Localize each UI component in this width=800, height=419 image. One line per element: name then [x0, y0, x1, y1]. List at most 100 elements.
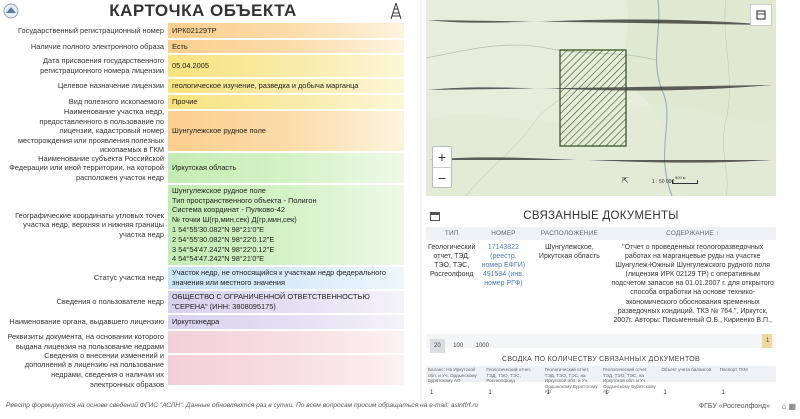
summary-header: Баланс: На Иркутской обл. и Уч. Ордынско…	[426, 366, 776, 394]
card-row-value-line: № точки Ш(гр,мин,сек) Д(гр,мин,сек)	[172, 215, 297, 225]
north-arrow-icon: ⇱	[622, 176, 629, 185]
card-row: Географические координаты угловых точек …	[0, 184, 406, 266]
zoom-in-button[interactable]: +	[433, 147, 451, 167]
card-row-value-line: 05.04.2005	[172, 61, 209, 71]
card-row-value-line: Иркутская область	[172, 163, 237, 173]
card-row: Наименование участка недр, предоставленн…	[0, 106, 406, 155]
doc-type-cell: Геологический отчет, ТЭД, ТЭО, ТЭС, Росг…	[428, 244, 476, 279]
current-page-button[interactable]: 1	[762, 334, 772, 348]
card-row-value-line: Система координат - Пулково-42	[172, 205, 285, 215]
map-terrain	[426, 0, 776, 196]
card-row-value: Участок недр, не относящийся к участкам …	[168, 267, 404, 289]
panel-divider	[420, 0, 422, 400]
card-title: КАРТОЧКА ОБЪЕКТА	[109, 1, 297, 20]
card-row-label: Сведения о внесении изменений и дополнен…	[24, 350, 164, 389]
page-footer: Реестр формируется на основе сведений ФГ…	[0, 400, 800, 419]
summary-column-header: Паспорт ГКМ	[719, 367, 748, 372]
card-row: Сведения о пользователе недр ОБЩЕСТВО С О…	[0, 290, 406, 314]
card-row: Наименование субъекта Российской Федерац…	[0, 152, 406, 184]
card-row-value: ОБЩЕСТВО С ОГРАНИЧЕННОЙ ОТВЕТСТВЕННОСТЬЮ…	[168, 291, 404, 313]
card-row-value: Иркутская область	[168, 153, 404, 183]
related-documents-title: СВЯЗАННЫЕ ДОКУМЕНТЫ	[523, 210, 679, 222]
home-icon[interactable]: ⌂	[781, 402, 786, 411]
fullscreen-icon	[756, 10, 766, 20]
map-scale-label: 1 : 50 000	[652, 179, 675, 185]
column-header-location[interactable]: РАСПОЛОЖЕНИЕ	[529, 227, 610, 240]
card-row-value-line: Прочие	[172, 97, 198, 107]
table-row[interactable]: Геологический отчет, ТЭД, ТЭО, ТЭС, Росг…	[426, 240, 776, 328]
object-card-panel: КАРТОЧКА ОБЪЕКТА Государственный регистр…	[0, 0, 406, 400]
card-row-value: Иркутскнедра	[168, 315, 404, 329]
related-documents-table: ТИП НОМЕР РАСПОЛОЖЕНИЕ СОДЕРЖАНИЕ ↑ Геол…	[426, 227, 776, 328]
card-row-value: 05.04.2005	[168, 55, 404, 77]
card-row-value-line: Шунгулежское рудное поле	[172, 126, 266, 136]
card-row-value-line: 2 54°55'30.082"N 98°22'0.12"E	[172, 234, 275, 244]
card-row: Наименование органа, выдавшего лицензию И…	[0, 314, 406, 330]
card-row-label: Наименование субъекта Российской Федерац…	[9, 153, 164, 182]
page-size-20[interactable]: 20	[430, 339, 445, 353]
card-row-value-line: геологическое изучение, разведка и добыч…	[172, 81, 359, 91]
card-row-value-line: Есть	[172, 41, 188, 51]
card-row-label: Дата присвоения государственного регистр…	[40, 56, 164, 75]
summary-value: 1	[488, 390, 492, 396]
card-row-value-line: Участок недр, не относящийся к участкам …	[172, 268, 387, 287]
doc-number-link[interactable]: 17143822	[488, 244, 519, 251]
doc-number-cell: 17143822 (реестр. номер ЕФГИ) 491584 (ин…	[477, 240, 529, 328]
license-area-polygon	[559, 49, 627, 147]
card-row: Наличие полного электронного образа Есть	[0, 39, 406, 54]
card-row-value-line: ОБЩЕСТВО С ОГРАНИЧЕННОЙ ОТВЕТСТВЕННОСТЬЮ…	[172, 292, 370, 311]
card-row-value: Прочие	[168, 95, 404, 109]
summary-column-header: Геологический отчет, ТЭД, ТЭО, ТЭС, на И…	[544, 367, 598, 394]
card-row: Государственный регистрационный номер ИРК…	[0, 22, 406, 39]
card-row: Сведения о внесении изменений и дополнен…	[0, 350, 406, 389]
card-row: Целевое назначение лицензии геологическое…	[0, 78, 406, 94]
card-header: КАРТОЧКА ОБЪЕКТА	[0, 0, 406, 22]
doc-location-cell: Шунгулежское, Иркутская область	[538, 244, 600, 261]
map-view[interactable]: + − ⇱ 1 : 50 000 500 м	[426, 0, 776, 196]
card-row-label: Наименование органа, выдавшего лицензию	[9, 317, 164, 327]
summary-column-header: Геологический отчет, ТЭД, ТЭО, ТЭС, Росг…	[486, 367, 531, 383]
pagination-bar: 20 100 1000 1	[426, 334, 776, 353]
card-row-value-line: Шунгулежское рудное поле	[172, 185, 266, 195]
column-header-type[interactable]: ТИП	[426, 227, 478, 240]
card-row-value: Шунгулежское рудное поле	[168, 111, 404, 151]
footer-note: Реестр формируется на основе сведений ФГ…	[6, 402, 479, 409]
page-size-100[interactable]: 100	[449, 339, 467, 353]
card-row-value: геологическое изучение, разведка и добыч…	[168, 79, 404, 93]
card-row-value-line: 3 54°54'47.242"N 98°22'0.12"E	[172, 244, 275, 254]
card-row-label: Наименование участка недр, предоставленн…	[17, 106, 164, 155]
summary-column-header: Геологический отчет, ТЭД, ТЭО, ТЭС, на И…	[602, 367, 656, 394]
card-row-label: Статус участка недр	[93, 273, 164, 283]
card-rows: Государственный регистрационный номер ИРК…	[0, 22, 406, 389]
zoom-control: + −	[432, 146, 452, 188]
card-row-label: Государственный регистрационный номер	[18, 25, 164, 35]
summary-column-header: Баланс: На Иркутской обл. и Уч. Ордынско…	[428, 367, 477, 383]
card-row-value: Есть	[168, 40, 404, 53]
page-size-1000[interactable]: 1000	[472, 339, 493, 353]
summary-title: СВОДКА ПО КОЛИЧЕСТВУ СВЯЗАННЫХ ДОКУМЕНТО…	[502, 356, 700, 363]
doc-content-cell: "Отчет о проведенных геологоразведочных …	[611, 244, 774, 324]
summary-column-header: Объект учета балансов	[661, 367, 712, 372]
column-header-number[interactable]: НОМЕР	[477, 227, 530, 240]
summary-value: 1	[721, 390, 725, 396]
map-scale-bar: 500 м	[672, 175, 698, 184]
card-row-value-line: ИРК02129ТР	[172, 25, 217, 35]
card-row-value-line: 4 54°54'47.242"N 98°21'0"E	[172, 254, 265, 264]
grid-icon[interactable]: ▦	[788, 402, 796, 411]
doc-number-note: (реестр. номер ЕФГИ) 491584 (инв. номер …	[481, 253, 526, 288]
footer-icons: ⌂ ▦	[781, 402, 796, 411]
card-row-label: Географические координаты угловых точек …	[15, 210, 164, 239]
zoom-out-button[interactable]: −	[433, 167, 451, 187]
summary-value: 1	[546, 390, 550, 396]
summary-values: 1 1 1 1 1 1	[426, 390, 776, 396]
card-row-label: Сведения о пользователе недр	[56, 297, 164, 307]
fullscreen-button[interactable]	[750, 4, 772, 26]
card-row-label: Наличие полного электронного образа	[30, 41, 164, 51]
card-row-value: Шунгулежское рудное поле Тип пространстве…	[168, 185, 404, 265]
card-row-value-line: Иркутскнедра	[172, 317, 220, 327]
card-row-value-line: Тип пространственного объекта - Полигон	[172, 195, 317, 205]
column-header-content[interactable]: СОДЕРЖАНИЕ ↑	[609, 227, 776, 240]
card-row-label: Целевое назначение лицензии	[57, 81, 164, 91]
card-row-value: ИРК02129ТР	[168, 23, 404, 38]
card-row: Дата присвоения государственного регистр…	[0, 54, 406, 78]
